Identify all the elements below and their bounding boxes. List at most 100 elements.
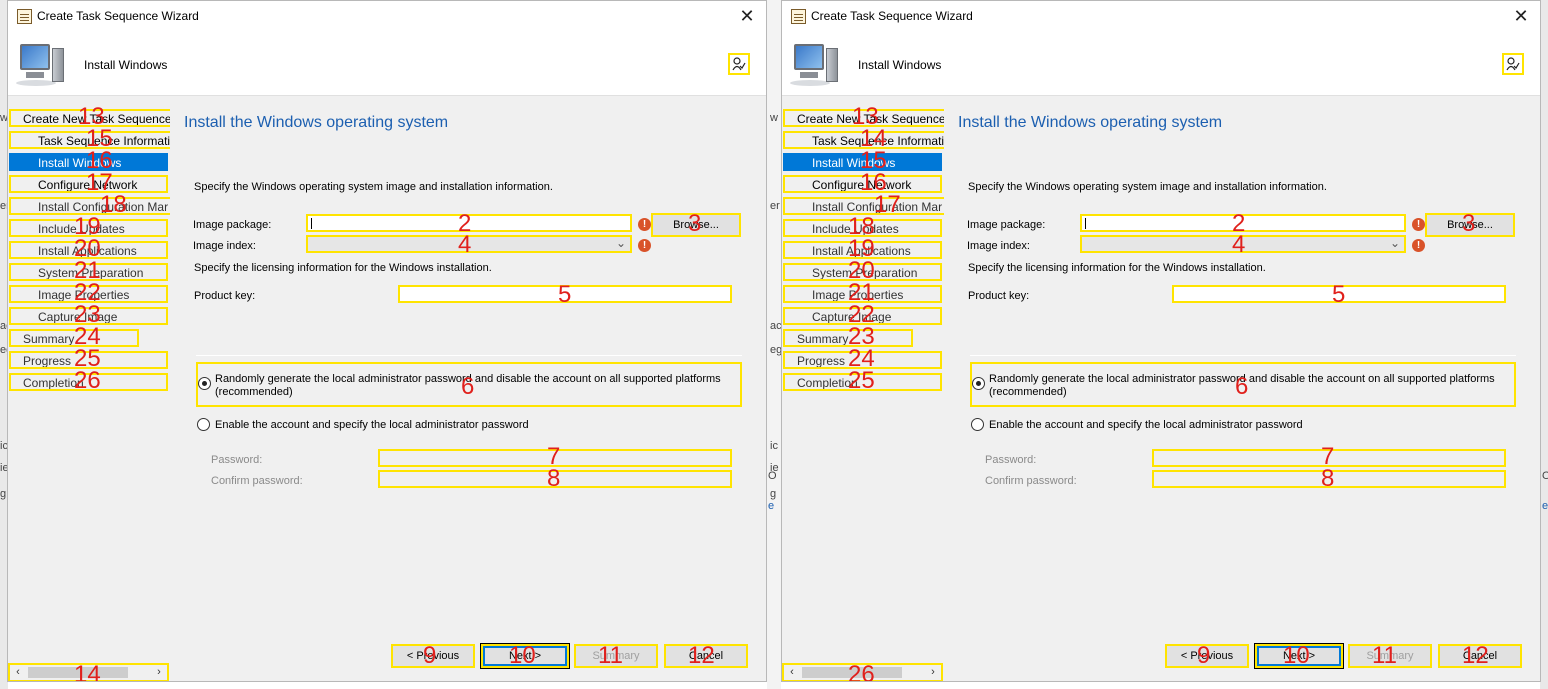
- nav-item-include-updates[interactable]: Include Updates: [9, 219, 168, 237]
- nav-item-system-preparation[interactable]: System Preparation: [783, 263, 942, 281]
- background-text: ic: [770, 440, 778, 452]
- nav-item-task-sequence-information[interactable]: Task Sequence Informatic: [9, 131, 192, 149]
- random-password-radio[interactable]: [972, 377, 985, 390]
- nav-item-task-sequence-information[interactable]: Task Sequence Informatic: [783, 131, 966, 149]
- nav-item-completion[interactable]: Completion: [783, 373, 942, 391]
- divider: [196, 355, 742, 356]
- previous-button[interactable]: < Previous: [1165, 644, 1249, 668]
- help-icon[interactable]: [1502, 53, 1524, 75]
- cancel-button[interactable]: Cancel: [664, 644, 748, 668]
- password-label: Password:: [211, 454, 263, 466]
- horizontal-scrollbar[interactable]: ‹ › 14: [8, 663, 169, 681]
- wizard-steps-nav: Create New Task Sequence Task Sequence I…: [8, 97, 208, 657]
- nav-item-progress[interactable]: Progress: [9, 351, 168, 369]
- image-package-field[interactable]: [1080, 214, 1406, 232]
- nav-item-include-updates[interactable]: Include Updates: [783, 219, 942, 237]
- random-password-text: Randomly generate the local administrato…: [215, 373, 721, 385]
- image-package-label: Image package:: [193, 219, 272, 231]
- previous-button[interactable]: < Previous: [391, 644, 475, 668]
- page-header: Install Windows: [782, 32, 1540, 96]
- nav-item-summary[interactable]: Summary: [9, 329, 139, 347]
- confirm-password-label: Confirm password:: [985, 475, 1077, 487]
- nav-item-install-windows[interactable]: Install Windows: [783, 153, 942, 171]
- nav-item-install-applications[interactable]: Install Applications: [783, 241, 942, 259]
- window-title: Create Task Sequence Wizard: [811, 9, 973, 23]
- browse-button[interactable]: Browse...: [1425, 213, 1515, 237]
- title-bar[interactable]: Create Task Sequence Wizard ✕: [782, 1, 1540, 32]
- computer-icon: [16, 42, 68, 90]
- nav-item-image-properties[interactable]: Image Properties: [9, 285, 168, 303]
- content-title: Install the Windows operating system: [958, 114, 1223, 131]
- browse-button[interactable]: Browse...: [651, 213, 741, 237]
- close-icon[interactable]: ✕: [736, 5, 758, 27]
- nav-item-progress[interactable]: Progress: [783, 351, 942, 369]
- footer: < Previous 9 Next > 10 Summary 11 Cancel…: [944, 623, 1540, 681]
- image-index-label: Image index:: [193, 240, 256, 252]
- scrollbar-thumb[interactable]: [802, 667, 902, 678]
- scroll-right-icon[interactable]: ›: [926, 665, 940, 680]
- summary-button[interactable]: Summary: [574, 644, 658, 668]
- product-key-label: Product key:: [968, 290, 1030, 302]
- page-title: Install Windows: [84, 58, 168, 72]
- random-password-text-2: (recommended): [215, 386, 293, 398]
- product-key-label: Product key:: [194, 290, 256, 302]
- content-panel: Install the Windows operating system Spe…: [944, 97, 1540, 657]
- summary-button[interactable]: Summary: [1348, 644, 1432, 668]
- random-password-radio[interactable]: [198, 377, 211, 390]
- background-text: O: [1542, 470, 1548, 482]
- task-sequence-icon: [791, 9, 806, 24]
- nav-item-capture-image[interactable]: Capture Image: [783, 307, 942, 325]
- nav-item-configure-network[interactable]: Configure Network: [9, 175, 168, 193]
- wizard-window-left: Create Task Sequence Wizard ✕ Install Wi…: [7, 0, 767, 682]
- password-field[interactable]: [1152, 449, 1506, 467]
- enable-account-radio[interactable]: [971, 418, 984, 431]
- scroll-left-icon[interactable]: ‹: [785, 665, 799, 680]
- nav-item-configure-network[interactable]: Configure Network: [783, 175, 942, 193]
- nav-item-system-preparation[interactable]: System Preparation: [9, 263, 168, 281]
- nav-item-completion[interactable]: Completion: [9, 373, 168, 391]
- background-text: e: [768, 500, 775, 512]
- text-caret: [1085, 218, 1086, 229]
- product-key-field[interactable]: [398, 285, 732, 303]
- nav-item-image-properties[interactable]: Image Properties: [783, 285, 942, 303]
- warning-icon: !: [638, 218, 651, 231]
- help-icon[interactable]: [728, 53, 750, 75]
- nav-item-summary[interactable]: Summary: [783, 329, 913, 347]
- nav-item-capture-image[interactable]: Capture Image: [9, 307, 168, 325]
- scroll-right-icon[interactable]: ›: [152, 665, 166, 680]
- footer: < Previous 9 Next > 10 Summary 11 Cancel…: [170, 623, 766, 681]
- background-window-strip-right: [1540, 0, 1548, 689]
- nav-item-install-applications[interactable]: Install Applications: [9, 241, 168, 259]
- scrollbar-thumb[interactable]: [28, 667, 128, 678]
- image-package-label: Image package:: [967, 219, 1046, 231]
- nav-item-create-new-task-sequence[interactable]: Create New Task Sequence: [783, 109, 949, 127]
- licensing-text: Specify the licensing information for th…: [194, 262, 492, 274]
- computer-icon: [790, 42, 842, 90]
- task-sequence-icon: [17, 9, 32, 24]
- title-bar[interactable]: Create Task Sequence Wizard ✕: [8, 1, 766, 32]
- image-index-select[interactable]: ⌄: [306, 235, 632, 253]
- background-text: w: [770, 112, 778, 124]
- confirm-password-field[interactable]: [378, 470, 732, 488]
- enable-account-radio[interactable]: [197, 418, 210, 431]
- divider: [970, 355, 1516, 356]
- image-index-select[interactable]: ⌄: [1080, 235, 1406, 253]
- warning-icon: !: [638, 239, 651, 252]
- confirm-password-field[interactable]: [1152, 470, 1506, 488]
- next-button[interactable]: Next >: [480, 643, 570, 669]
- password-label: Password:: [985, 454, 1037, 466]
- window-title: Create Task Sequence Wizard: [37, 9, 199, 23]
- scroll-left-icon[interactable]: ‹: [11, 665, 25, 680]
- nav-item-create-new-task-sequence[interactable]: Create New Task Sequence: [9, 109, 175, 127]
- horizontal-scrollbar[interactable]: ‹ › 26: [782, 663, 943, 681]
- password-field[interactable]: [378, 449, 732, 467]
- background-text: ac: [770, 320, 782, 332]
- nav-item-install-windows[interactable]: Install Windows: [9, 153, 168, 171]
- next-button[interactable]: Next >: [1254, 643, 1344, 669]
- product-key-field[interactable]: [1172, 285, 1506, 303]
- image-package-field[interactable]: [306, 214, 632, 232]
- close-icon[interactable]: ✕: [1510, 5, 1532, 27]
- content-panel: Install the Windows operating system Spe…: [170, 97, 766, 657]
- image-index-label: Image index:: [967, 240, 1030, 252]
- cancel-button[interactable]: Cancel: [1438, 644, 1522, 668]
